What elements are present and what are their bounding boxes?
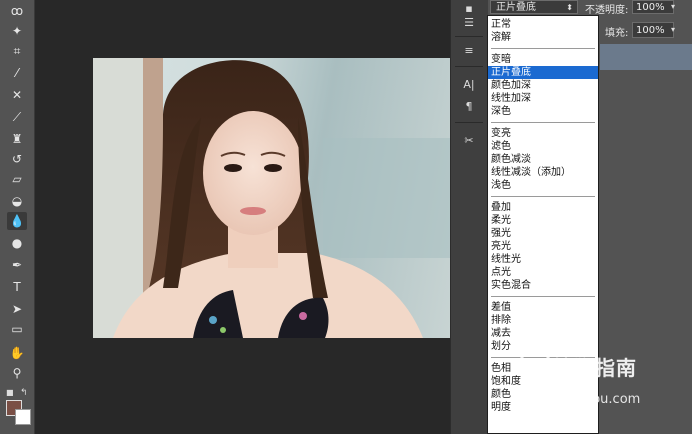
blend-mode-value: 正片叠底 <box>496 2 536 13</box>
menu-separator <box>491 122 595 123</box>
blend-mode-option[interactable]: 正片叠底 <box>488 66 598 79</box>
blend-mode-option[interactable]: 实色混合 <box>488 279 598 292</box>
sogou-logo-icon <box>520 346 550 376</box>
blend-mode-option[interactable]: 排除 <box>488 314 598 327</box>
blend-mode-option[interactable]: 亮光 <box>488 240 598 253</box>
clone-stamp-tool-icon[interactable]: ♜ <box>7 130 27 148</box>
zoom-tool-icon[interactable]: ⚲ <box>7 364 27 382</box>
pen-tool-icon[interactable]: ✒ <box>7 256 27 274</box>
hand-tool-icon[interactable]: ✋ <box>7 344 27 362</box>
blend-mode-option[interactable]: 线性加深 <box>488 92 598 105</box>
collapsed-panels-strip: ▪ ☰ ≡ A| ¶ ✂ <box>450 0 489 434</box>
blend-mode-option[interactable]: 叠加 <box>488 201 598 214</box>
menu-separator <box>491 196 595 197</box>
blend-mode-option[interactable]: 颜色减淡 <box>488 153 598 166</box>
document-canvas[interactable] <box>35 0 450 434</box>
eraser-tool-icon[interactable]: ▱ <box>7 170 27 188</box>
blend-mode-option[interactable]: 正常 <box>488 18 598 31</box>
blend-mode-option[interactable]: 减去 <box>488 327 598 340</box>
blend-mode-option[interactable]: 差值 <box>488 301 598 314</box>
blend-mode-option[interactable]: 线性减淡（添加） <box>488 166 598 179</box>
strip-divider <box>455 36 483 37</box>
blend-mode-option[interactable]: 颜色加深 <box>488 79 598 92</box>
strip-divider <box>455 122 483 123</box>
swap-colors-icon[interactable]: ↰ <box>20 388 28 398</box>
fill-label: 填充: <box>605 28 629 39</box>
default-colors-icon[interactable]: ■ <box>6 388 14 397</box>
opacity-label: 不透明度: <box>585 5 629 16</box>
blend-mode-option[interactable]: 深色 <box>488 105 598 118</box>
path-selection-tool-icon[interactable]: ➤ <box>7 300 27 318</box>
brush-tool-icon[interactable]: ⟋ <box>7 108 27 126</box>
blend-mode-select[interactable]: 正片叠底 ⬍ <box>490 0 578 14</box>
layer-row[interactable] <box>600 44 692 70</box>
fill-dropdown-icon[interactable]: ▾ <box>666 22 680 38</box>
watermark-text: 搜狗指南 <box>553 356 637 380</box>
lasso-tool-icon[interactable]: ꝏ <box>7 2 27 20</box>
watermark-url: zhinan.sogou.com <box>522 392 641 407</box>
properties-panel-icon[interactable]: ≡ <box>459 42 479 58</box>
type-tool-icon[interactable]: T <box>7 278 27 296</box>
paint-bucket-tool-icon[interactable]: ◒ <box>7 192 27 210</box>
menu-separator <box>491 48 595 49</box>
blend-mode-option[interactable]: 强光 <box>488 227 598 240</box>
blend-mode-option[interactable]: 溶解 <box>488 31 598 44</box>
background-color-swatch[interactable] <box>15 409 31 425</box>
photo-artwork <box>93 58 450 338</box>
opacity-dropdown-icon[interactable]: ▾ <box>666 0 680 14</box>
character-panel-icon[interactable]: A| <box>459 76 479 92</box>
paragraph-panel-icon[interactable]: ¶ <box>459 98 479 114</box>
portrait-photo <box>93 58 450 338</box>
history-brush-tool-icon[interactable]: ↺ <box>7 150 27 168</box>
blend-mode-option[interactable]: 滤色 <box>488 140 598 153</box>
tools-panel: ꝏ ✦ ⌗ ⁄ ✕ ⟋ ♜ ↺ ▱ ◒ 💧 ● ✒ T ➤ ▭ ✋ ⚲ ■ ↰ <box>0 0 35 434</box>
blend-mode-option[interactable]: 变暗 <box>488 53 598 66</box>
blend-mode-option[interactable]: 线性光 <box>488 253 598 266</box>
blend-mode-option[interactable]: 变亮 <box>488 127 598 140</box>
rectangle-tool-icon[interactable]: ▭ <box>7 320 27 338</box>
dodge-tool-icon[interactable]: ● <box>7 234 27 252</box>
magic-wand-tool-icon[interactable]: ✦ <box>7 22 27 40</box>
blur-tool-icon[interactable]: 💧 <box>7 212 27 230</box>
menu-separator <box>491 296 595 297</box>
crop-tool-icon[interactable]: ⌗ <box>7 42 27 60</box>
adjustments-panel-icon[interactable]: ☰ <box>459 14 479 30</box>
strip-divider <box>455 66 483 67</box>
blend-mode-option[interactable]: 柔光 <box>488 214 598 227</box>
healing-brush-tool-icon[interactable]: ✕ <box>7 86 27 104</box>
eyedropper-tool-icon[interactable]: ⁄ <box>7 64 27 82</box>
blend-mode-option[interactable]: 浅色 <box>488 179 598 192</box>
tool-presets-panel-icon[interactable]: ✂ <box>459 132 479 148</box>
blend-mode-option[interactable]: 点光 <box>488 266 598 279</box>
chevron-down-icon: ⬍ <box>566 3 573 12</box>
